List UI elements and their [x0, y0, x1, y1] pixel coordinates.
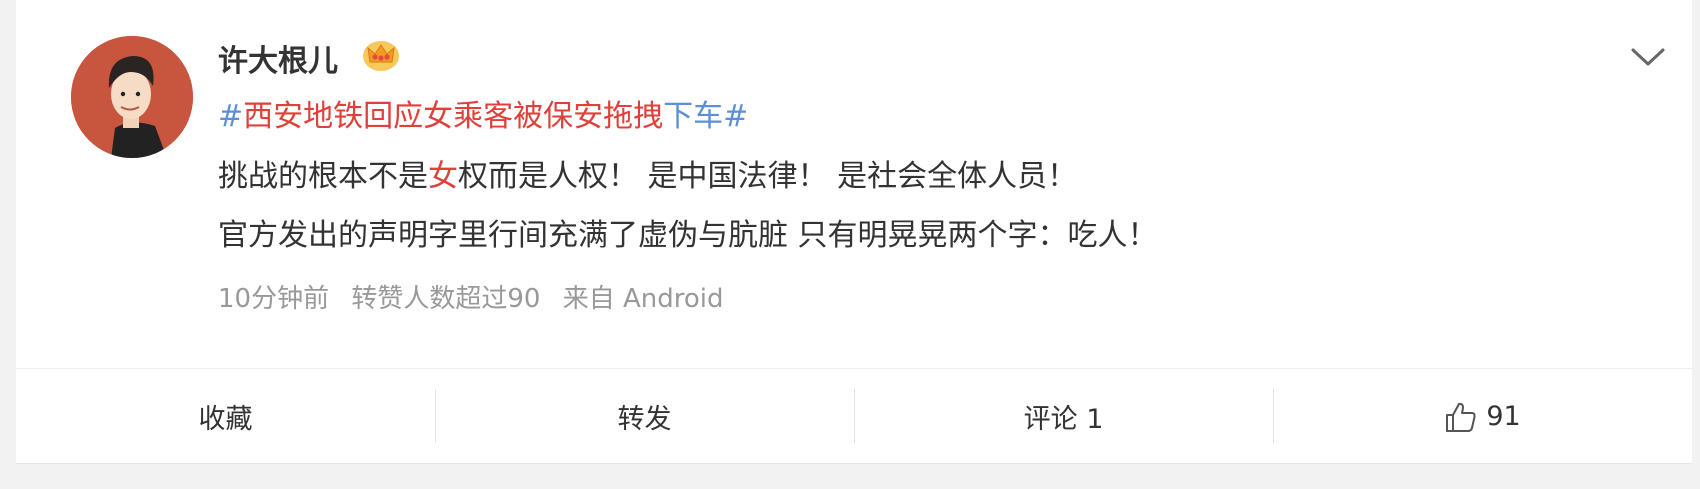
post-source: 来自 Android [562, 284, 724, 314]
like-button[interactable]: 91 [1273, 369, 1692, 464]
post-text-line-1: 挑战的根本不是女权而是人权！ 是中国法律！ 是社会全体人员！ [218, 157, 1077, 197]
username[interactable]: 许大根儿 [218, 36, 338, 80]
crown-icon [363, 41, 399, 71]
favorite-label: 收藏 [198, 404, 253, 435]
line1-after: 权而是人权！ 是中国法律！ 是社会全体人员！ [458, 159, 1078, 194]
comment-label: 评论 1 [1023, 404, 1104, 435]
chevron-down-icon[interactable] [1630, 46, 1666, 68]
avatar[interactable] [71, 36, 193, 158]
favorite-button[interactable]: 收藏 [16, 369, 435, 464]
line1-highlight: 女 [428, 159, 458, 194]
post-text-line-2: 官方发出的声明字里行间充满了虚伪与肮脏 只有明晃晃两个字：吃人！ [218, 218, 1158, 253]
topic-hash-close: # [723, 99, 749, 134]
post-card: 许大根儿 #西安地铁回应女乘客被保安拖拽下车# 挑战的根本不是女权而是人权！ 是… [16, 0, 1692, 464]
action-bar: 收藏 转发 评论 1 91 [16, 368, 1692, 464]
topic-red-text: 西安地铁回应女乘客被保安拖拽 [243, 99, 664, 134]
topic-link[interactable]: #西安地铁回应女乘客被保安拖拽下车# [218, 97, 748, 137]
thumbs-up-icon [1446, 402, 1476, 432]
topic-hash-open: # [218, 99, 244, 134]
repost-button[interactable]: 转发 [435, 369, 854, 464]
topic-blue-text: 下车 [663, 99, 724, 134]
line1-before: 挑战的根本不是 [218, 159, 428, 194]
like-count: 91 [1486, 401, 1521, 432]
post-time[interactable]: 10分钟前 [218, 284, 329, 314]
reposts-note: 转赞人数超过90 [351, 284, 541, 314]
comment-button[interactable]: 评论 1 [854, 369, 1273, 464]
post-meta: 10分钟前 转赞人数超过90 来自 Android [218, 282, 738, 316]
repost-label: 转发 [617, 404, 672, 435]
